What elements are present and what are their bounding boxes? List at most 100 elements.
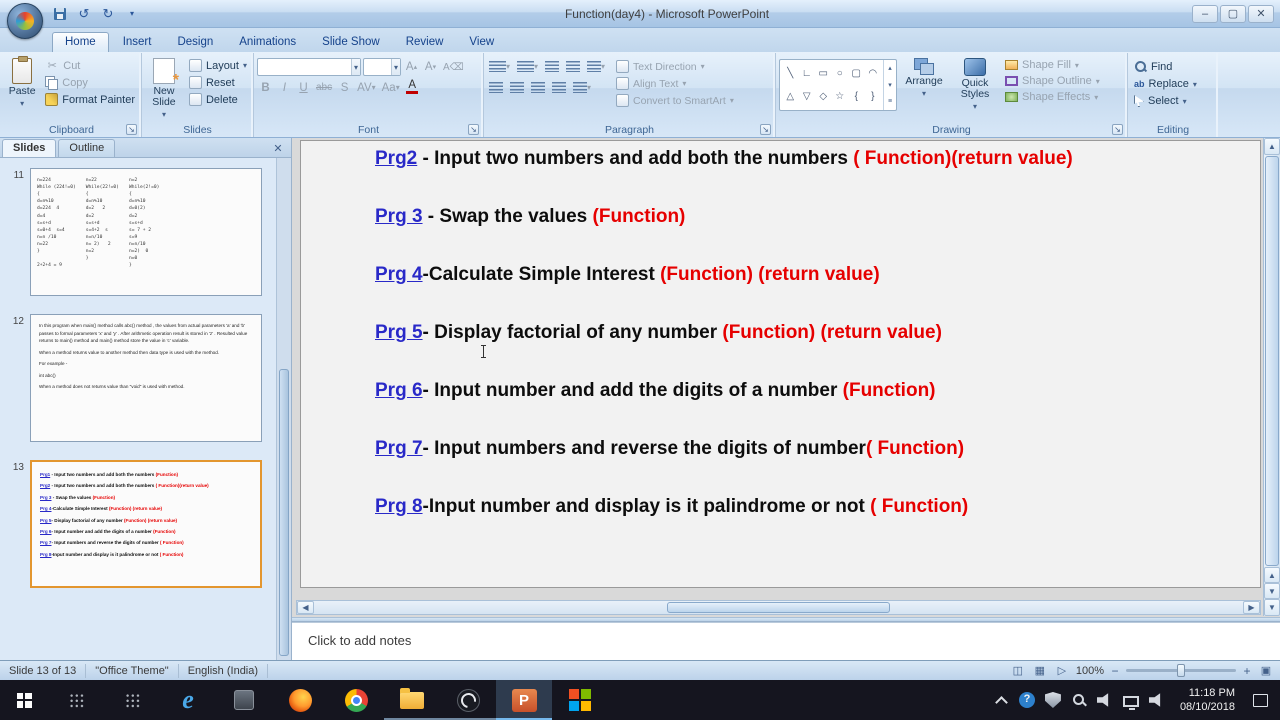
slide-text-line[interactable]: Prg 4-Calculate Simple Interest (Functio… <box>375 263 1250 286</box>
tab-view[interactable]: View <box>457 33 506 52</box>
slide-text-line[interactable]: Prg 6- Input number and add the digits o… <box>375 379 1250 402</box>
clipboard-dialog-launcher[interactable]: ↘ <box>126 124 137 135</box>
shape-elbow-connector-icon[interactable]: ∟ <box>802 68 812 80</box>
tab-slide-show[interactable]: Slide Show <box>310 33 392 52</box>
shape-fill-button[interactable]: Shape Fill ▾ <box>1002 58 1103 72</box>
internet-explorer-icon[interactable]: e <box>160 680 216 720</box>
fit-to-window-button[interactable]: ▣ <box>1258 664 1274 677</box>
normal-view-button[interactable]: ◫ <box>1010 664 1026 677</box>
zoom-out-button[interactable]: − <box>1110 664 1120 678</box>
layout-button[interactable]: Layout ▾ <box>186 58 250 73</box>
copy-button[interactable]: Copy <box>42 75 138 90</box>
numbering-button[interactable]: ▾ <box>515 58 540 75</box>
slide-sorter-view-button[interactable]: ▦ <box>1032 664 1048 677</box>
slide-text-line[interactable]: Prg 5- Display factorial of any number (… <box>375 321 1250 344</box>
shape-ellipse-icon[interactable]: ○ <box>837 68 843 80</box>
new-slide-button[interactable]: New Slide ▾ <box>145 55 183 122</box>
redo-button[interactable]: ↻ <box>98 5 118 23</box>
bold-button[interactable]: B <box>257 79 274 96</box>
shape-outline-button[interactable]: Shape Outline ▾ <box>1002 74 1103 88</box>
shapes-scroll-up-button[interactable]: ▴ <box>884 60 896 77</box>
scroll-up-button[interactable]: ▲ <box>1264 138 1280 155</box>
slide-13-thumbnail-selected[interactable]: Prg1 - Input two numbers and add both th… <box>30 460 262 588</box>
minimize-button[interactable]: – <box>1192 4 1218 23</box>
zoom-in-button[interactable]: + <box>1242 664 1252 678</box>
replace-button[interactable]: ab Replace ▾ <box>1131 77 1215 91</box>
arrange-button[interactable]: Arrange ▾ <box>900 55 948 122</box>
vertical-scrollbar[interactable]: ▲ ▲ ▼ ▼ <box>1263 138 1280 616</box>
font-color-button[interactable]: A <box>404 79 421 96</box>
decrease-indent-button[interactable] <box>543 58 561 75</box>
convert-to-smartart-button[interactable]: Convert to SmartArt ▾ <box>613 93 737 108</box>
align-text-button[interactable]: Align Text ▾ <box>613 76 737 91</box>
start-button[interactable] <box>0 680 48 720</box>
maximize-button[interactable]: ▢ <box>1220 4 1246 23</box>
slide-12-thumbnail[interactable]: In this program when main() method calls… <box>30 314 262 442</box>
shape-effects-button[interactable]: Shape Effects ▾ <box>1002 90 1103 104</box>
powerpoint-icon[interactable] <box>496 680 552 720</box>
increase-indent-button[interactable] <box>564 58 582 75</box>
format-painter-button[interactable]: Format Painter <box>42 92 138 107</box>
text-shadow-button[interactable]: S <box>336 79 353 96</box>
clear-formatting-button[interactable]: A⌫ <box>441 59 466 76</box>
shape-rounded-rectangle-icon[interactable]: ▢ <box>852 68 861 80</box>
paste-button[interactable]: Paste ▾ <box>5 55 39 122</box>
shape-arc-icon[interactable]: ◠ <box>868 68 877 80</box>
close-button[interactable]: ✕ <box>1248 4 1274 23</box>
columns-button[interactable]: ▾ <box>571 79 593 96</box>
cut-button[interactable]: ✂ Cut <box>42 58 138 73</box>
undo-button[interactable]: ↺ <box>74 5 94 23</box>
slides-panel-scrollbar-thumb[interactable] <box>279 368 289 656</box>
slide-text-line[interactable]: Prg 8-Input number and display is it pal… <box>40 552 252 559</box>
slide-text-line[interactable]: Prg 3 - Swap the values (Function) <box>40 495 252 502</box>
zoom-slider[interactable] <box>1126 664 1236 677</box>
task-view-icon[interactable] <box>104 680 160 720</box>
underline-button[interactable]: U <box>295 79 312 96</box>
slideshow-view-button[interactable]: ▷ <box>1054 664 1070 677</box>
bullets-button[interactable]: ▾ <box>487 58 512 75</box>
shape-right-brace-icon[interactable]: } <box>871 91 874 103</box>
align-left-button[interactable] <box>487 79 505 96</box>
help-icon[interactable] <box>1018 692 1035 708</box>
scroll-right-button[interactable]: ▶ <box>1243 601 1260 614</box>
paragraph-dialog-launcher[interactable]: ↘ <box>760 124 771 135</box>
slide-text-line[interactable]: Prg 6- Input number and add the digits o… <box>40 529 252 536</box>
search-icon[interactable] <box>48 680 104 720</box>
app-window-icon[interactable] <box>216 680 272 720</box>
delete-button[interactable]: Delete <box>186 92 250 107</box>
firefox-icon[interactable] <box>272 680 328 720</box>
horizontal-scrollbar-thumb[interactable] <box>667 602 890 613</box>
strikethrough-button[interactable]: abc <box>314 79 334 96</box>
font-name-combobox[interactable]: ▾ <box>257 58 361 76</box>
slide-text-line[interactable]: Prg 7- Input numbers and reverse the dig… <box>40 540 252 547</box>
slide-11-thumbnail[interactable]: n=224 While (224!=0) { d=n%10 d=224 4 d=… <box>30 168 262 296</box>
scroll-down-button[interactable]: ▼ <box>1264 599 1280 616</box>
notes-pane[interactable]: Click to add notes <box>292 622 1280 660</box>
shield-icon[interactable] <box>1044 692 1061 708</box>
find-button[interactable]: Find <box>1131 59 1215 74</box>
shapes-more-button[interactable]: ≡ <box>884 93 896 110</box>
font-dialog-launcher[interactable]: ↘ <box>468 124 479 135</box>
obs-studio-icon[interactable] <box>440 680 496 720</box>
save-button[interactable] <box>50 5 70 23</box>
italic-button[interactable]: I <box>276 79 293 96</box>
vertical-scrollbar-thumb[interactable] <box>1265 156 1279 566</box>
quick-styles-button[interactable]: Quick Styles ▾ <box>951 55 999 122</box>
file-explorer-icon[interactable] <box>384 680 440 720</box>
chrome-icon[interactable] <box>328 680 384 720</box>
tab-outline[interactable]: Outline <box>58 139 116 157</box>
tab-insert[interactable]: Insert <box>111 33 164 52</box>
shapes-scroll-down-button[interactable]: ▾ <box>884 77 896 94</box>
hidden-icons-chevron-icon[interactable] <box>993 692 1009 708</box>
slide-canvas[interactable]: Prg2 - Input two numbers and add both th… <box>300 140 1261 588</box>
slides-panel-scrollbar[interactable] <box>276 158 291 660</box>
network-icon[interactable] <box>1122 695 1139 710</box>
horizontal-scrollbar[interactable]: ◀ ▶ <box>296 600 1261 615</box>
shape-triangle-icon[interactable]: △ <box>786 91 794 103</box>
align-center-button[interactable] <box>508 79 526 96</box>
font-size-combobox[interactable]: ▾ <box>363 58 401 76</box>
drawing-dialog-launcher[interactable]: ↘ <box>1112 124 1123 135</box>
tab-design[interactable]: Design <box>165 33 225 52</box>
justify-button[interactable] <box>550 79 568 96</box>
zoom-slider-thumb[interactable] <box>1177 664 1185 677</box>
